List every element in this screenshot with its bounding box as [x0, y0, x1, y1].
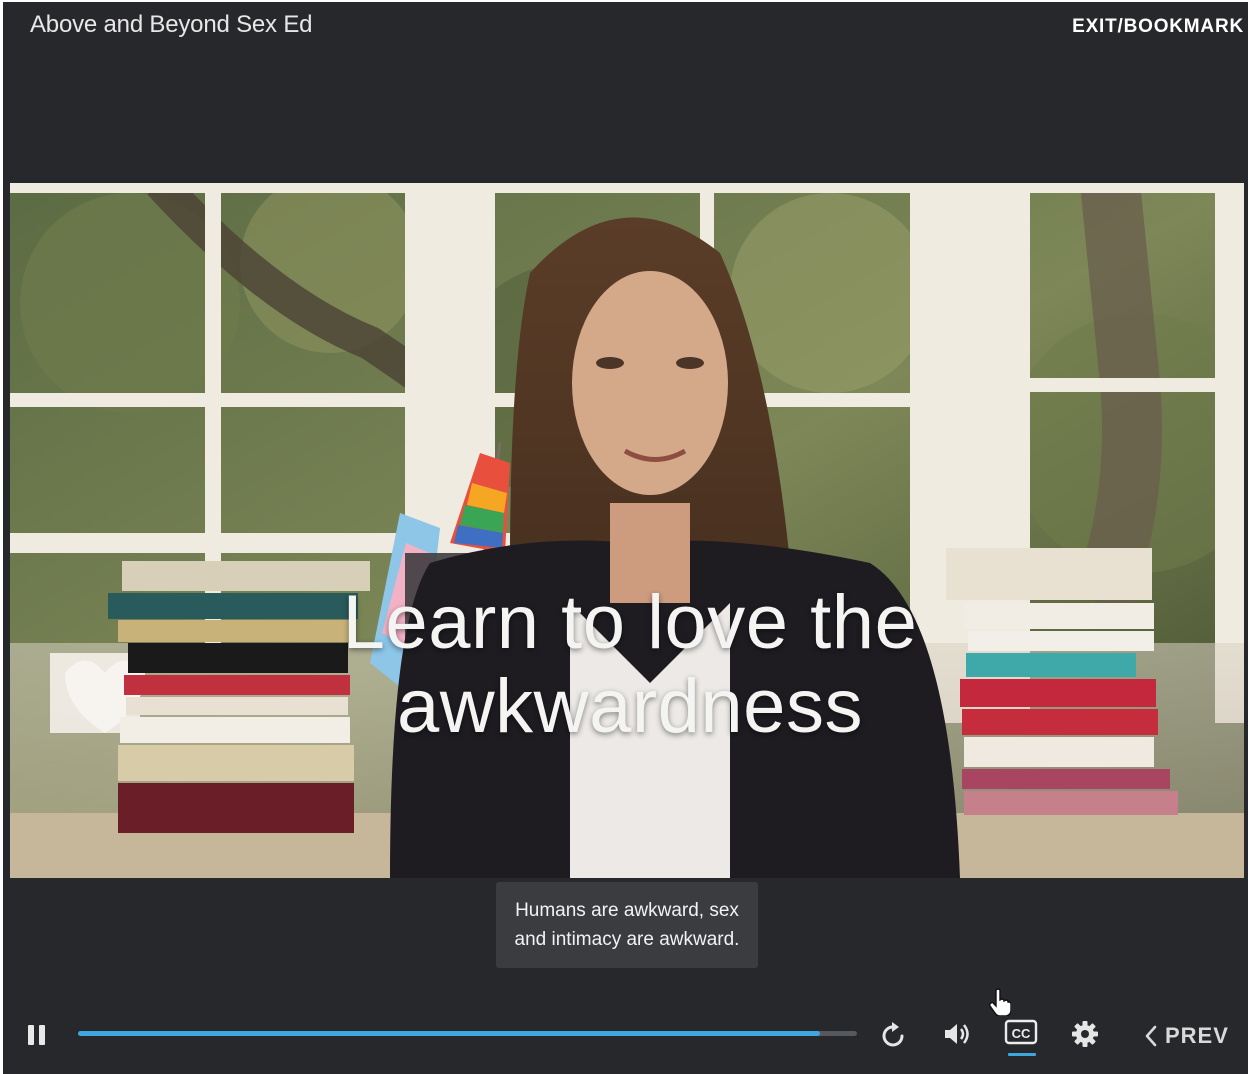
video-player-page: Above and Beyond Sex Ed EXIT/BOOKMARK Le…	[0, 0, 1248, 1074]
top-border	[0, 0, 1248, 2]
caption-line-1: Humans are awkward, sex	[515, 900, 739, 921]
replay-button[interactable]	[880, 1019, 908, 1049]
closed-captions-icon: CC	[1004, 1019, 1038, 1045]
overlay-title-line-1: Learn to love the	[342, 580, 918, 665]
gear-icon	[1072, 1021, 1098, 1047]
volume-icon	[945, 1024, 969, 1044]
closed-captions-button[interactable]: CC	[1004, 1017, 1038, 1057]
pause-button[interactable]	[28, 1023, 48, 1049]
video-overlay-title: Learn to love the awkwardness	[250, 581, 1010, 749]
prev-label: PREV	[1165, 1023, 1229, 1048]
overlay-title-line-2: awkwardness	[397, 664, 863, 749]
replay-icon	[882, 1022, 904, 1047]
course-title: Above and Beyond Sex Ed	[30, 11, 313, 38]
exit-bookmark-button[interactable]: EXIT/BOOKMARK	[1072, 16, 1244, 38]
chevron-left-icon	[1145, 1025, 1157, 1047]
closed-caption-box: Humans are awkward, sex and intimacy are…	[496, 882, 758, 968]
video-scene	[10, 183, 1244, 878]
caption-line-2: and intimacy are awkward.	[514, 929, 740, 950]
cc-label: CC	[1012, 1026, 1031, 1041]
prev-button[interactable]: PREV	[1144, 1021, 1229, 1051]
progress-fill	[78, 1031, 821, 1036]
progress-bar[interactable]	[78, 1031, 857, 1036]
left-border	[0, 0, 3, 1074]
settings-button[interactable]	[1070, 1019, 1100, 1049]
cc-active-indicator	[1008, 1053, 1036, 1056]
volume-button[interactable]	[942, 1019, 972, 1049]
player-controls-bar: CC PREV	[0, 1005, 1248, 1065]
video-frame[interactable]: Learn to love the awkwardness	[10, 183, 1244, 878]
